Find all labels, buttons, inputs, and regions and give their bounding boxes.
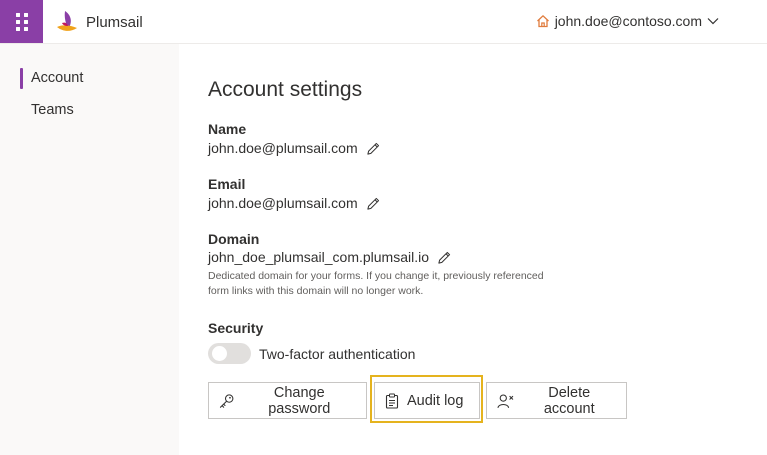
sidebar-item-label: Account [31, 70, 84, 86]
toggle-knob [212, 346, 227, 361]
sidebar-item-account[interactable]: Account [20, 67, 83, 89]
name-value: john.doe@plumsail.com [208, 140, 358, 156]
two-factor-row: Two-factor authentication [208, 343, 415, 364]
change-password-button[interactable]: Change password [208, 382, 367, 419]
edit-name-button[interactable] [366, 141, 381, 156]
focus-highlight-outline [370, 375, 483, 423]
key-icon [219, 393, 234, 408]
pencil-icon [366, 142, 379, 155]
sidebar: Account Teams [0, 44, 179, 455]
user-email: john.doe@contoso.com [554, 13, 702, 29]
home-icon [536, 15, 549, 28]
app-launcher-button[interactable] [0, 0, 43, 43]
email-value-row: john.doe@plumsail.com [208, 195, 381, 211]
two-factor-label: Two-factor authentication [259, 345, 416, 362]
pencil-icon [438, 251, 451, 264]
domain-hint: Dedicated domain for your forms. If you … [208, 269, 568, 299]
sidebar-item-teams[interactable]: Teams [31, 99, 74, 121]
domain-hint-line: Dedicated domain for your forms. If you … [208, 270, 544, 282]
domain-value: john_doe_plumsail_com.plumsail.io [208, 249, 430, 265]
email-value: john.doe@plumsail.com [208, 195, 358, 211]
remove-user-icon [497, 393, 514, 408]
security-label: Security [208, 320, 264, 336]
edit-email-button[interactable] [366, 196, 381, 211]
domain-value-row: john_doe_plumsail_com.plumsail.io [208, 249, 452, 265]
domain-label: Domain [208, 231, 260, 247]
edit-domain-button[interactable] [437, 250, 452, 265]
delete-account-label: Delete account [543, 384, 595, 417]
email-label: Email [208, 176, 246, 192]
brand-name: Plumsail [86, 14, 143, 31]
name-label: Name [208, 121, 247, 137]
name-value-row: john.doe@plumsail.com [208, 140, 381, 156]
plumsail-logo-icon [57, 11, 77, 31]
sidebar-item-label: Teams [31, 102, 74, 118]
user-menu[interactable]: john.doe@contoso.com [536, 13, 719, 29]
main-content: Account settings Name john.doe@plumsail.… [179, 44, 767, 455]
domain-hint-line: form links with this domain will no long… [208, 285, 424, 297]
chevron-down-icon [707, 18, 719, 25]
change-password-label: Change password [268, 384, 331, 417]
page-title: Account settings [208, 78, 363, 101]
top-bar: Plumsail john.doe@contoso.com [0, 0, 767, 44]
pencil-icon [366, 197, 379, 210]
two-factor-toggle[interactable] [208, 343, 251, 364]
grid-dots-icon [15, 12, 28, 31]
delete-account-button[interactable]: Delete account [486, 382, 627, 419]
active-indicator [20, 67, 23, 89]
